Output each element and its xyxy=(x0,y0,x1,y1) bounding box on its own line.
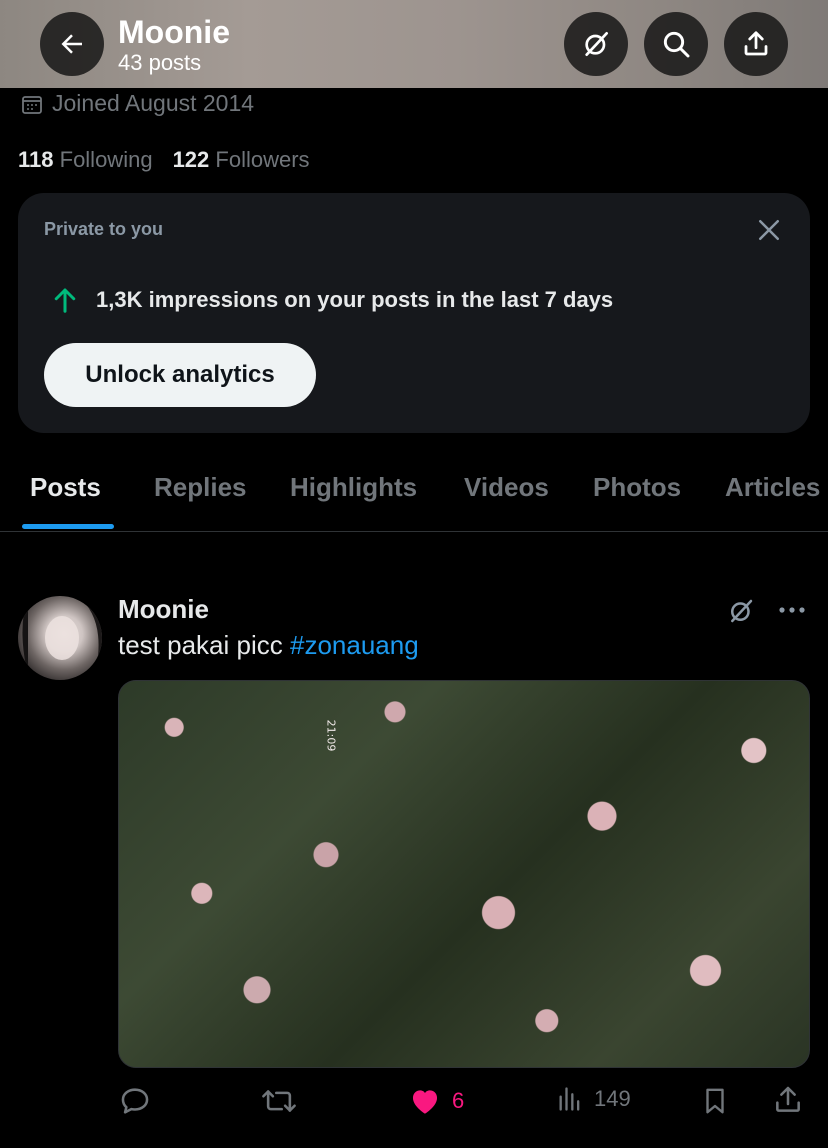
following-label: Following xyxy=(59,147,153,172)
unlock-analytics-button[interactable]: Unlock analytics xyxy=(44,343,316,407)
header-name: Moonie xyxy=(118,14,230,50)
joined-date: Joined August 2014 xyxy=(20,90,254,117)
bookmark-button[interactable] xyxy=(700,1084,730,1118)
impressions-stat: 1,3K impressions on your posts in the la… xyxy=(50,285,613,315)
repost-icon xyxy=(262,1090,296,1112)
back-button[interactable] xyxy=(40,12,104,76)
grok-button[interactable] xyxy=(564,12,628,76)
more-options-icon[interactable] xyxy=(776,598,808,622)
like-button[interactable]: 6 xyxy=(408,1084,464,1118)
follow-stats: 118 Following 122 Followers xyxy=(18,147,310,173)
grok-icon[interactable] xyxy=(726,596,756,626)
tab-articles[interactable]: Articles xyxy=(725,472,820,503)
avatar[interactable] xyxy=(18,596,102,680)
reply-button[interactable] xyxy=(118,1084,162,1118)
repost-button[interactable] xyxy=(260,1084,308,1118)
calendar-icon xyxy=(22,95,42,114)
search-button[interactable] xyxy=(644,12,708,76)
post-text: test pakai picc #zonauang xyxy=(118,630,419,661)
joined-text: Joined August 2014 xyxy=(52,90,255,116)
post-image[interactable]: 21:09 xyxy=(118,680,810,1068)
tab-posts[interactable]: Posts xyxy=(30,472,101,503)
arrow-up-icon xyxy=(54,288,76,313)
media-timestamp: 21:09 xyxy=(324,719,338,752)
close-icon[interactable] xyxy=(754,215,784,245)
tab-replies[interactable]: Replies xyxy=(154,472,247,503)
share-post-button[interactable] xyxy=(772,1084,804,1116)
profile-header: Moonie 43 posts xyxy=(0,0,828,88)
views-chart-icon xyxy=(559,1087,580,1111)
active-tab-indicator xyxy=(22,524,114,529)
analytics-card: Private to you 1,3K impressions on your … xyxy=(18,193,810,433)
header-title: Moonie 43 posts xyxy=(118,14,230,76)
header-post-count: 43 posts xyxy=(118,50,202,75)
arrow-left-icon xyxy=(61,34,82,54)
impressions-text: 1,3K impressions on your posts in the la… xyxy=(96,287,614,312)
followers-count: 122 xyxy=(172,147,210,172)
views-count: 149 xyxy=(594,1086,631,1111)
share-button[interactable] xyxy=(724,12,788,76)
followers-label: Followers xyxy=(215,147,310,172)
share-icon xyxy=(776,1086,800,1112)
following-count: 118 xyxy=(18,147,54,172)
tab-highlights[interactable]: Highlights xyxy=(290,472,417,503)
grok-icon xyxy=(585,32,608,56)
profile-tabs: Posts Replies Highlights Videos Photos A… xyxy=(0,460,828,532)
reply-icon xyxy=(121,1088,149,1114)
heart-filled-icon xyxy=(412,1090,438,1114)
search-icon xyxy=(663,31,690,58)
card-label: Private to you xyxy=(44,219,164,239)
post-author[interactable]: Moonie xyxy=(118,594,209,625)
tab-photos[interactable]: Photos xyxy=(593,472,681,503)
following-link[interactable]: 118 Following xyxy=(18,147,153,173)
followers-link[interactable]: 122 Followers xyxy=(173,147,310,173)
share-icon xyxy=(744,31,768,56)
post-body: test pakai picc xyxy=(118,630,290,660)
bookmark-icon xyxy=(706,1088,724,1114)
like-count: 6 xyxy=(452,1088,465,1113)
avatar-photo xyxy=(22,596,102,680)
views-button[interactable]: 149 xyxy=(556,1084,631,1114)
tab-videos[interactable]: Videos xyxy=(464,472,549,503)
hashtag-link[interactable]: #zonauang xyxy=(290,630,419,660)
